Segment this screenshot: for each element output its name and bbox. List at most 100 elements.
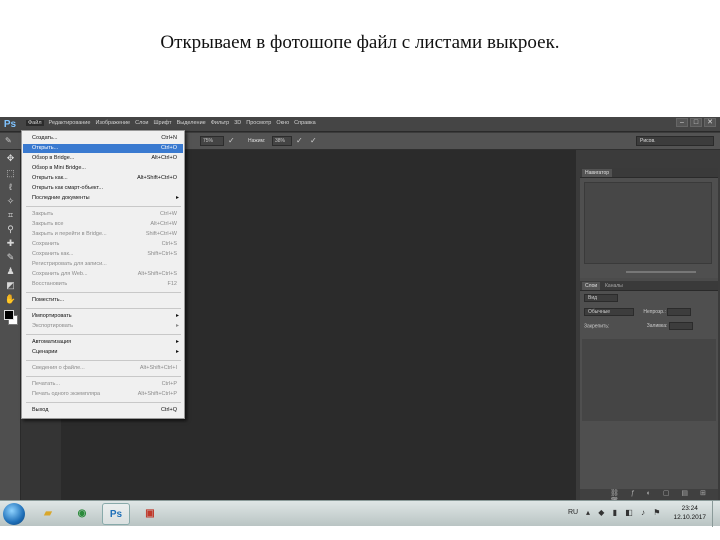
- file-menu-item: Печатать... Ctrl+P: [23, 380, 183, 389]
- pressure-opacity-icon[interactable]: ✓: [228, 136, 235, 145]
- tray-icons[interactable]: ▴ ◆ ▮ ◧ ♪ ⚑: [586, 508, 663, 517]
- menu-item-shortcut: Alt+Shift+Ctrl+O: [137, 175, 177, 181]
- eyedropper-icon[interactable]: ⚲: [3, 223, 18, 235]
- navigator-panel: [580, 178, 718, 278]
- menu-item-shortcut: Ctrl+Q: [160, 407, 177, 413]
- menu-edit[interactable]: Редактирование: [49, 120, 91, 126]
- airbrush-icon[interactable]: ✓: [296, 136, 303, 145]
- workspace-select[interactable]: Рисов.: [636, 136, 714, 146]
- menu-separator: [26, 206, 181, 207]
- menu-file[interactable]: Файл: [26, 120, 44, 126]
- file-menu-item: Закрыть все Alt+Ctrl+W: [23, 220, 183, 229]
- blend-mode-select[interactable]: Обычные: [584, 308, 634, 316]
- minimize-button[interactable]: –: [676, 118, 688, 127]
- file-menu-item[interactable]: Открыть как... Alt+Shift+Ctrl+O: [23, 174, 183, 183]
- brush-tool-icon[interactable]: ✎: [3, 251, 18, 263]
- menu-view[interactable]: Просмотр: [246, 120, 271, 126]
- flow-field[interactable]: 38%: [272, 136, 292, 146]
- foreground-color-swatch[interactable]: [4, 310, 14, 320]
- show-desktop-button[interactable]: [712, 501, 720, 527]
- hand-tool-icon[interactable]: ✋: [3, 293, 18, 305]
- blend-row: Обычные Непрозр.:: [584, 308, 714, 318]
- file-menu-item[interactable]: Последние документы ▸: [23, 194, 183, 203]
- lasso-tool-icon[interactable]: ℓ: [3, 181, 18, 193]
- menu-item-shortcut: Ctrl+O: [160, 145, 177, 151]
- menu-item-label: Восстановить: [32, 281, 68, 287]
- file-menu-item: Сведения о файле... Alt+Shift+Ctrl+I: [23, 364, 183, 373]
- menu-separator: [26, 402, 181, 403]
- menu-item-shortcut: F12: [167, 281, 177, 287]
- file-menu-item[interactable]: Импортировать ▸: [23, 312, 183, 321]
- clock[interactable]: 23:24 12.10.2017: [673, 504, 706, 522]
- brush-preset-icon[interactable]: ✎: [5, 136, 12, 145]
- file-menu-item[interactable]: Сценарии ▸: [23, 348, 183, 357]
- layers-panel: Вид Обычные Непрозр.: Закрепить: Заливка…: [580, 291, 718, 501]
- start-button[interactable]: [3, 503, 25, 525]
- photoshop-taskbar-icon[interactable]: Ps: [102, 503, 130, 525]
- submenu-arrow-icon: ▸: [175, 339, 179, 345]
- menu-item-label: Сохранить для Web...: [32, 271, 88, 277]
- layer-opacity-field[interactable]: [667, 308, 692, 316]
- menu-separator: [26, 334, 181, 335]
- marquee-tool-icon[interactable]: ⬚: [3, 167, 18, 179]
- layer-kind-select[interactable]: Вид: [584, 294, 618, 302]
- magic-wand-icon[interactable]: ✧: [3, 195, 18, 207]
- file-menu-item[interactable]: Обзор в Bridge... Alt+Ctrl+O: [23, 154, 183, 163]
- opacity-field[interactable]: 75%: [200, 136, 224, 146]
- file-menu-item: Закрыть Ctrl+W: [23, 210, 183, 219]
- menu-filter[interactable]: Фильтр: [211, 120, 229, 126]
- menu-item-label: Закрыть: [32, 211, 54, 217]
- menu-item-label: Сохранить как...: [32, 251, 74, 257]
- menu-item-shortcut: Ctrl+S: [161, 241, 177, 247]
- menu-3d[interactable]: 3D: [234, 120, 241, 126]
- menu-window[interactable]: Окно: [276, 120, 289, 126]
- healing-brush-icon[interactable]: ✚: [3, 237, 18, 249]
- file-menu-item[interactable]: Обзор в Mini Bridge...: [23, 164, 183, 173]
- fill-field[interactable]: [668, 322, 693, 330]
- file-menu-item[interactable]: Поместить...: [23, 296, 183, 305]
- crop-tool-icon[interactable]: ⌗: [3, 209, 18, 221]
- file-menu-item[interactable]: Автоматизация ▸: [23, 338, 183, 347]
- maximize-button[interactable]: □: [690, 118, 702, 127]
- tools-panel: ✥ ⬚ ℓ ✧ ⌗ ⚲ ✚ ✎ ♟ ◩ ✋: [0, 150, 21, 501]
- file-menu-item[interactable]: Открыть как смарт-объект...: [23, 184, 183, 193]
- file-menu-item: Печать одного экземпляра Alt+Shift+Ctrl+P: [23, 390, 183, 399]
- submenu-arrow-icon: ▸: [175, 349, 179, 355]
- tab-channels[interactable]: Каналы: [602, 282, 626, 290]
- move-tool-icon[interactable]: ✥: [3, 152, 18, 164]
- tab-navigator[interactable]: Навигатор: [582, 169, 613, 177]
- menu-item-label: Экспортировать: [32, 323, 74, 329]
- menu-separator: [26, 376, 181, 377]
- file-menu-item: Экспортировать ▸: [23, 322, 183, 331]
- close-button[interactable]: ✕: [704, 118, 716, 127]
- menu-item-label: Сценарии: [32, 349, 58, 355]
- file-menu-item[interactable]: Открыть... Ctrl+O: [23, 144, 183, 153]
- navigator-preview: [584, 182, 712, 264]
- menu-item-shortcut: Alt+Ctrl+W: [150, 221, 177, 227]
- menu-item-label: Последние документы: [32, 195, 90, 201]
- file-menu-item[interactable]: Создать... Ctrl+N: [23, 134, 183, 143]
- chrome-icon[interactable]: ◉: [68, 503, 96, 525]
- tab-layers[interactable]: Слои: [582, 282, 601, 290]
- slide-title: Открываем в фотошопе файл с листами выкр…: [160, 32, 560, 53]
- stamp-tool-icon[interactable]: ♟: [3, 265, 18, 277]
- menu-separator: [26, 308, 181, 309]
- menu-type[interactable]: Шрифт: [153, 120, 171, 126]
- menu-image[interactable]: Изображение: [95, 120, 130, 126]
- menu-layer[interactable]: Слои: [135, 120, 148, 126]
- pressure-size-icon[interactable]: ✓: [310, 136, 317, 145]
- file-menu-item: Закрыть и перейти в Bridge... Shift+Ctrl+…: [23, 230, 183, 239]
- submenu-arrow-icon: ▸: [175, 195, 179, 201]
- file-menu-item[interactable]: Выход Ctrl+Q: [23, 406, 183, 415]
- powerpoint-icon[interactable]: ▣: [136, 503, 164, 525]
- file-menu-item: Регистрировать для записи...: [23, 260, 183, 269]
- submenu-arrow-icon: ▸: [175, 313, 179, 319]
- menu-select[interactable]: Выделение: [177, 120, 206, 126]
- navigator-zoom-slider[interactable]: [584, 268, 712, 276]
- explorer-icon[interactable]: ▰: [34, 503, 62, 525]
- file-menu-item: Сохранить Ctrl+S: [23, 240, 183, 249]
- menu-help[interactable]: Справка: [294, 120, 316, 126]
- language-indicator[interactable]: RU: [568, 509, 578, 516]
- eraser-tool-icon[interactable]: ◩: [3, 279, 18, 291]
- clock-date: 12.10.2017: [673, 514, 706, 521]
